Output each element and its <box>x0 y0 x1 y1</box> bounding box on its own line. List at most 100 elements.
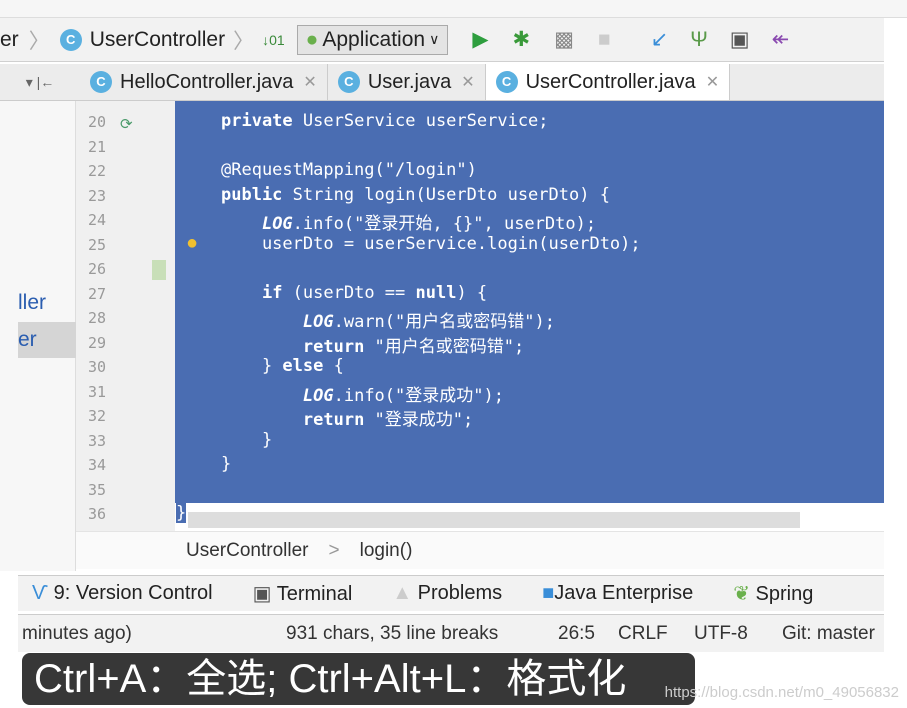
code-line: return "登录成功"; <box>302 410 474 430</box>
tool-version-control[interactable]: Ѵ 9: Version Control <box>32 582 213 605</box>
tool-label: Problems <box>417 582 503 604</box>
java-enterprise-icon: ■ <box>542 582 555 604</box>
status-vcs: minutes ago) <box>22 623 132 644</box>
coverage-icon[interactable]: ▩ <box>554 27 574 52</box>
status-line-separator[interactable]: CRLF <box>618 623 668 645</box>
sidebar-item[interactable]: ller <box>18 285 76 321</box>
tab-label: UserController.java <box>525 70 696 93</box>
change-marker <box>152 260 166 280</box>
class-icon: C <box>337 71 360 93</box>
line-number: 26 <box>87 260 106 278</box>
close-icon[interactable]: ✕ <box>303 72 316 92</box>
tool-problems[interactable]: ▲ Problems <box>392 582 502 605</box>
bean-gutter-icon[interactable]: ⟳ <box>120 115 133 133</box>
class-icon: C <box>59 28 82 51</box>
tool-label: Java Enterprise <box>554 582 694 604</box>
tab-label: User.java <box>367 70 452 93</box>
tool-label: 9: Version Control <box>53 582 213 604</box>
tool-label: Terminal <box>276 583 353 605</box>
debug-icon[interactable]: ✱ <box>512 27 530 52</box>
watermark: https://blog.csdn.net/m0_49056832 <box>664 684 899 701</box>
code-line: } <box>221 454 232 474</box>
code-line: LOG.info("登录成功"); <box>302 385 504 406</box>
status-position[interactable]: 26:5 <box>558 623 595 645</box>
vcs-branch-icon[interactable]: Ψ <box>690 28 708 52</box>
breadcrumb-method[interactable]: login() <box>360 540 413 562</box>
chevron-down-icon: ∨ <box>429 31 440 47</box>
line-number: 25 <box>87 235 106 254</box>
terminal-icon: ▣ <box>252 583 272 605</box>
navigation-toolbar: er 〉 C UserController 〉 ↓01 ● Applicatio… <box>0 18 884 62</box>
line-number: 23 <box>87 186 106 205</box>
spring-boot-icon: ● <box>305 27 319 51</box>
tab-user[interactable]: C User.java ✕ <box>328 64 486 100</box>
code-line: LOG.info("登录开始, {}", userDto); <box>261 214 597 234</box>
tab-user-controller[interactable]: C UserController.java ✕ <box>485 64 731 100</box>
run-icon[interactable]: ▶ <box>472 27 488 52</box>
editor-tabs: ▾ |← C HelloController.java ✕ C User.java ✕ … <box>0 64 884 101</box>
collapse-icon[interactable]: ▾ |← <box>0 64 80 100</box>
line-number: 36 <box>87 505 106 523</box>
spring-leaf-icon: ❦ <box>733 583 750 605</box>
lightbulb-icon[interactable]: ● <box>186 232 198 255</box>
line-number: 32 <box>87 407 106 425</box>
code-line: } <box>176 503 187 523</box>
vcs-update-icon[interactable]: ↙ <box>651 27 669 52</box>
video-subtitle: Ctrl+A：全选; Ctrl+Alt+L：格式化 <box>22 653 695 705</box>
run-config-label: Application <box>322 27 426 51</box>
code-line: @RequestMapping("/login") <box>221 160 477 180</box>
tool-java-enterprise[interactable]: ■Java Enterprise <box>542 582 693 605</box>
line-number: 24 <box>87 211 106 229</box>
class-icon: C <box>90 71 112 93</box>
code-line: if (userDto == null) { <box>261 282 488 303</box>
code-line: } <box>221 429 273 450</box>
line-number: 31 <box>87 382 106 401</box>
chevron-right-icon: 〉 <box>233 29 255 53</box>
status-git-branch[interactable]: Git: master <box>782 623 875 645</box>
breadcrumb-prev[interactable]: er <box>0 28 19 52</box>
code-line: private UserService userService; <box>221 111 549 131</box>
line-number: 22 <box>87 162 106 180</box>
code-line: public String login(UserDto userDto) { <box>221 184 610 205</box>
line-number: 29 <box>87 333 106 352</box>
code-line: } else { <box>221 356 344 376</box>
line-number: 34 <box>87 456 106 474</box>
chevron-right-icon: 〉 <box>28 29 50 53</box>
version-control-icon: Ѵ <box>32 582 49 604</box>
tool-label: Spring <box>755 583 814 605</box>
line-number: 35 <box>87 480 106 499</box>
line-number: 27 <box>87 284 106 303</box>
run-config-select[interactable]: ● Application ∨ <box>296 24 449 55</box>
horizontal-scrollbar[interactable] <box>188 512 800 528</box>
code-line: return "用户名或密码错"; <box>302 336 525 357</box>
sort-binary-icon[interactable]: ↓01 <box>262 32 285 48</box>
tool-window-bar: Ѵ 9: Version Control ▣ Terminal ▲ Proble… <box>18 575 884 611</box>
tab-label: HelloController.java <box>120 70 294 93</box>
code-line: LOG.warn("用户名或密码错"); <box>302 312 555 332</box>
breadcrumb-class[interactable]: UserController <box>186 540 308 562</box>
line-number: 30 <box>87 358 106 376</box>
tab-hello-controller[interactable]: C HelloController.java ✕ <box>80 64 328 100</box>
class-icon: C <box>495 71 518 93</box>
code-breadcrumb: UserController > login() <box>76 531 884 569</box>
status-selection: 931 chars, 35 line breaks <box>286 623 499 644</box>
breadcrumb-class[interactable]: UserController <box>90 28 225 52</box>
breadcrumb-separator: > <box>328 539 340 561</box>
tool-spring[interactable]: ❦ Spring <box>733 581 813 606</box>
line-number: 21 <box>87 137 106 156</box>
warning-icon: ▲ <box>392 582 413 604</box>
sidebar-item-selected[interactable]: er <box>18 322 76 358</box>
stop-icon[interactable]: ■ <box>598 28 611 52</box>
line-number: 28 <box>87 309 106 327</box>
close-icon[interactable]: ✕ <box>461 72 474 92</box>
code-line: userDto = userService.login(userDto); <box>221 233 641 254</box>
tool-terminal[interactable]: ▣ Terminal <box>253 581 353 606</box>
line-number: 33 <box>87 431 106 450</box>
history-icon[interactable]: ▣ <box>730 27 750 52</box>
revert-icon[interactable]: ↞ <box>772 27 790 52</box>
menu-bar <box>0 0 907 18</box>
status-encoding[interactable]: UTF-8 <box>694 623 748 645</box>
close-icon[interactable]: ✕ <box>706 72 719 92</box>
status-bar: minutes ago) 931 chars, 35 line breaks 2… <box>18 614 884 652</box>
project-sidebar: ller er <box>0 101 76 571</box>
